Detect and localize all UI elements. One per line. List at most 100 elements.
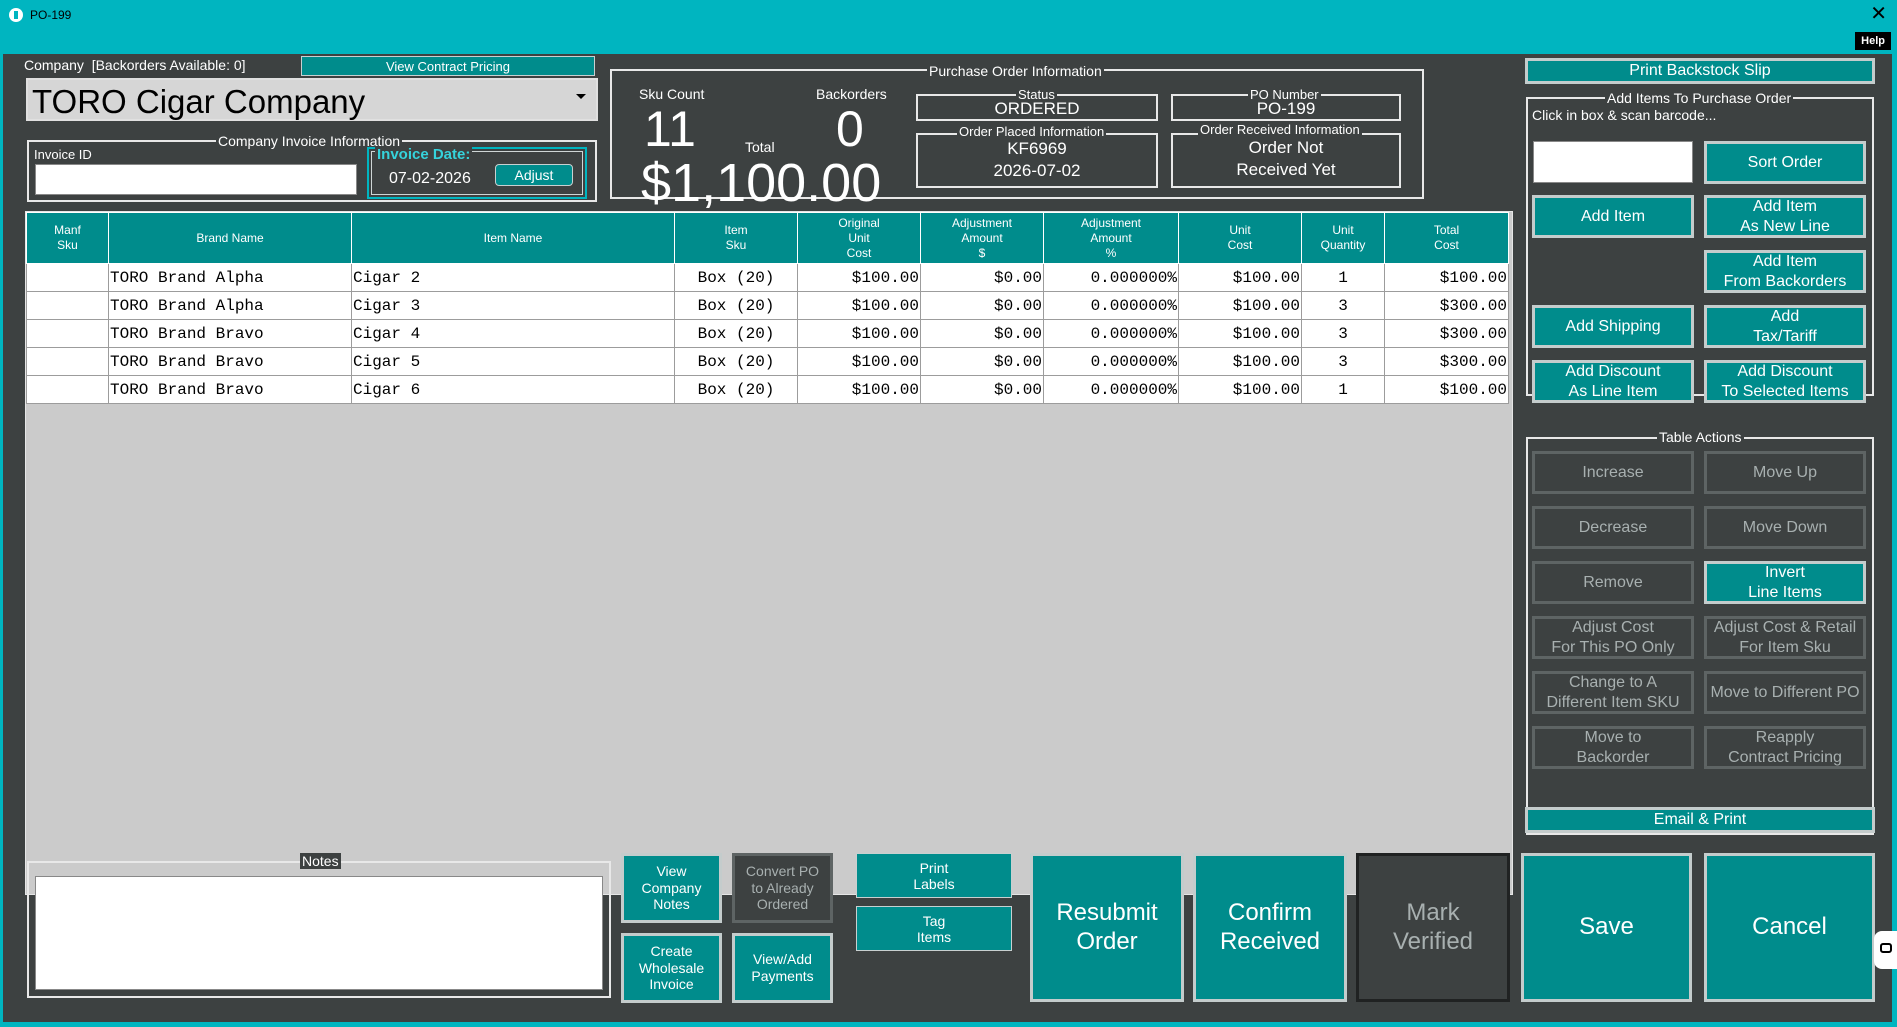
- table-cell-unit-quantity[interactable]: 3: [1301, 347, 1385, 376]
- side-tab-icon[interactable]: [1874, 931, 1897, 969]
- move-to-backorder-button[interactable]: Move to Backorder: [1532, 726, 1694, 769]
- table-cell-brand-name[interactable]: TORO Brand Alpha: [108, 263, 352, 292]
- column-header-adjustment-amount-percent[interactable]: Adjustment Amount%: [1043, 212, 1179, 264]
- invert-line-items-button[interactable]: Invert Line Items: [1704, 561, 1866, 604]
- add-shipping-button[interactable]: Add Shipping: [1532, 305, 1694, 348]
- company-dropdown[interactable]: TORO Cigar Company: [26, 78, 598, 121]
- add-item-from-backorders-button[interactable]: Add Item From Backorders: [1704, 250, 1866, 293]
- table-cell-brand-name[interactable]: TORO Brand Alpha: [108, 291, 352, 320]
- table-cell-manf-sku[interactable]: [26, 375, 109, 404]
- table-cell-unit-quantity[interactable]: 3: [1301, 319, 1385, 348]
- table-cell-original-unit-cost[interactable]: $100.00: [797, 263, 921, 292]
- view-contract-pricing-button[interactable]: View Contract Pricing: [301, 56, 595, 76]
- table-row[interactable]: TORO Brand Alpha Cigar 2 Box (20) $100.00 $0…: [26, 263, 1509, 292]
- move-down-button[interactable]: Move Down: [1704, 506, 1866, 549]
- table-cell-unit-quantity[interactable]: 1: [1301, 263, 1385, 292]
- invoice-date-value[interactable]: 07-02-2026: [389, 170, 471, 188]
- convert-po-button[interactable]: Convert PO to Already Ordered: [732, 853, 833, 923]
- table-cell-item-name[interactable]: Cigar 3: [351, 291, 675, 320]
- column-header-total-cost[interactable]: Total Cost: [1384, 212, 1509, 264]
- adjust-date-button[interactable]: Adjust: [495, 164, 573, 186]
- add-discount-selected-items-button[interactable]: Add Discount To Selected Items: [1704, 360, 1866, 403]
- decrease-button[interactable]: Decrease: [1532, 506, 1694, 549]
- table-cell-adjustment-amount-percent[interactable]: 0.000000%: [1043, 291, 1179, 320]
- table-cell-manf-sku[interactable]: [26, 291, 109, 320]
- column-header-brand-name[interactable]: Brand Name: [108, 212, 352, 264]
- add-discount-line-item-button[interactable]: Add Discount As Line Item: [1532, 360, 1694, 403]
- chevron-down-icon[interactable]: [576, 94, 586, 99]
- table-cell-item-name[interactable]: Cigar 6: [351, 375, 675, 404]
- table-row[interactable]: TORO Brand Bravo Cigar 5 Box (20) $100.00 $0…: [26, 347, 1509, 376]
- table-cell-original-unit-cost[interactable]: $100.00: [797, 319, 921, 348]
- table-cell-adjustment-amount-dollar[interactable]: $0.00: [920, 375, 1044, 404]
- email-print-button[interactable]: Email & Print: [1525, 807, 1875, 833]
- column-header-manf-sku[interactable]: Manf Sku: [26, 212, 109, 264]
- table-cell-total-cost[interactable]: $300.00: [1384, 291, 1509, 320]
- move-up-button[interactable]: Move Up: [1704, 451, 1866, 494]
- add-tax-tariff-button[interactable]: Add Tax/Tariff: [1704, 305, 1866, 348]
- increase-button[interactable]: Increase: [1532, 451, 1694, 494]
- cancel-button[interactable]: Cancel: [1704, 853, 1875, 1002]
- column-header-adjustment-amount-dollar[interactable]: Adjustment Amount $: [920, 212, 1044, 264]
- change-item-sku-button[interactable]: Change to A Different Item SKU: [1532, 671, 1694, 714]
- table-cell-adjustment-amount-dollar[interactable]: $0.00: [920, 291, 1044, 320]
- table-cell-manf-sku[interactable]: [26, 263, 109, 292]
- table-cell-item-sku[interactable]: Box (20): [674, 263, 798, 292]
- notes-textarea[interactable]: [35, 876, 603, 990]
- table-row[interactable]: TORO Brand Bravo Cigar 6 Box (20) $100.00 $0…: [26, 375, 1509, 404]
- confirm-received-button[interactable]: Confirm Received: [1193, 853, 1347, 1002]
- table-cell-unit-quantity[interactable]: 1: [1301, 375, 1385, 404]
- tag-items-button[interactable]: Tag Items: [856, 906, 1012, 951]
- table-cell-brand-name[interactable]: TORO Brand Bravo: [108, 375, 352, 404]
- print-labels-button[interactable]: Print Labels: [856, 853, 1012, 898]
- resubmit-order-button[interactable]: Resubmit Order: [1030, 853, 1184, 1002]
- table-cell-item-sku[interactable]: Box (20): [674, 375, 798, 404]
- table-cell-unit-cost[interactable]: $100.00: [1178, 263, 1302, 292]
- table-cell-unit-cost[interactable]: $100.00: [1178, 291, 1302, 320]
- table-cell-item-sku[interactable]: Box (20): [674, 319, 798, 348]
- table-cell-original-unit-cost[interactable]: $100.00: [797, 347, 921, 376]
- column-header-item-name[interactable]: Item Name: [351, 212, 675, 264]
- table-cell-brand-name[interactable]: TORO Brand Bravo: [108, 319, 352, 348]
- table-cell-adjustment-amount-percent[interactable]: 0.000000%: [1043, 319, 1179, 348]
- table-cell-item-sku[interactable]: Box (20): [674, 347, 798, 376]
- table-cell-original-unit-cost[interactable]: $100.00: [797, 375, 921, 404]
- table-row[interactable]: TORO Brand Bravo Cigar 4 Box (20) $100.00 $0…: [26, 319, 1509, 348]
- barcode-input[interactable]: [1533, 141, 1693, 183]
- table-cell-manf-sku[interactable]: [26, 319, 109, 348]
- table-cell-total-cost[interactable]: $100.00: [1384, 375, 1509, 404]
- table-cell-original-unit-cost[interactable]: $100.00: [797, 291, 921, 320]
- table-cell-unit-quantity[interactable]: 3: [1301, 291, 1385, 320]
- table-cell-total-cost[interactable]: $300.00: [1384, 347, 1509, 376]
- add-item-button[interactable]: Add Item: [1532, 195, 1694, 238]
- print-backstock-slip-button[interactable]: Print Backstock Slip: [1525, 58, 1875, 84]
- table-cell-adjustment-amount-dollar[interactable]: $0.00: [920, 319, 1044, 348]
- table-cell-adjustment-amount-percent[interactable]: 0.000000%: [1043, 375, 1179, 404]
- view-add-payments-button[interactable]: View/Add Payments: [732, 933, 833, 1003]
- help-button[interactable]: Help: [1855, 32, 1891, 50]
- mark-verified-button[interactable]: Mark Verified: [1356, 853, 1510, 1002]
- save-button[interactable]: Save: [1521, 853, 1692, 1002]
- table-cell-item-name[interactable]: Cigar 4: [351, 319, 675, 348]
- table-cell-adjustment-amount-dollar[interactable]: $0.00: [920, 347, 1044, 376]
- add-item-new-line-button[interactable]: Add Item As New Line: [1704, 195, 1866, 238]
- reapply-contract-pricing-button[interactable]: Reapply Contract Pricing: [1704, 726, 1866, 769]
- table-cell-total-cost[interactable]: $100.00: [1384, 263, 1509, 292]
- column-header-unit-cost[interactable]: Unit Cost: [1178, 212, 1302, 264]
- table-cell-adjustment-amount-dollar[interactable]: $0.00: [920, 263, 1044, 292]
- adjust-cost-retail-button[interactable]: Adjust Cost & Retail For Item Sku: [1704, 616, 1866, 659]
- table-cell-adjustment-amount-percent[interactable]: 0.000000%: [1043, 263, 1179, 292]
- remove-button[interactable]: Remove: [1532, 561, 1694, 604]
- table-cell-item-name[interactable]: Cigar 2: [351, 263, 675, 292]
- table-cell-unit-cost[interactable]: $100.00: [1178, 375, 1302, 404]
- view-company-notes-button[interactable]: View Company Notes: [621, 853, 722, 923]
- table-cell-item-sku[interactable]: Box (20): [674, 291, 798, 320]
- line-items-table-area[interactable]: Manf Sku Brand Name Item Name Item Sku Origina…: [25, 211, 1513, 895]
- table-cell-total-cost[interactable]: $300.00: [1384, 319, 1509, 348]
- table-cell-item-name[interactable]: Cigar 5: [351, 347, 675, 376]
- invoice-id-input[interactable]: [35, 164, 357, 195]
- sort-order-button[interactable]: Sort Order: [1704, 141, 1866, 184]
- adjust-cost-po-button[interactable]: Adjust Cost For This PO Only: [1532, 616, 1694, 659]
- move-to-different-po-button[interactable]: Move to Different PO: [1704, 671, 1866, 714]
- table-cell-brand-name[interactable]: TORO Brand Bravo: [108, 347, 352, 376]
